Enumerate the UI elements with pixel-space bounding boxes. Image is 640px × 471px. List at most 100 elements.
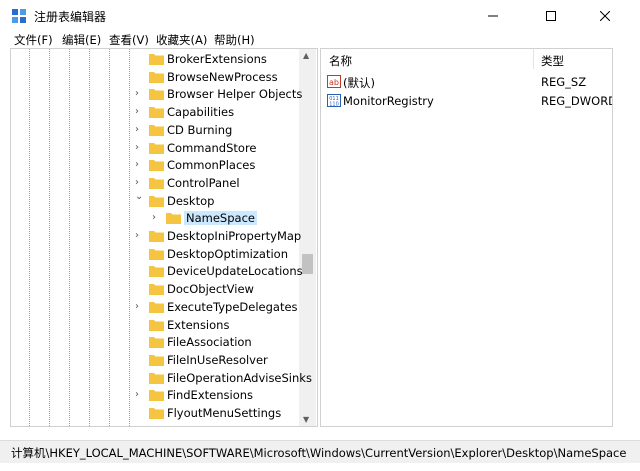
value-name: MonitorRegistry bbox=[343, 94, 434, 108]
tree-item[interactable]: FileInUseResolver bbox=[11, 352, 301, 369]
menu-edit[interactable]: 编辑(E) bbox=[62, 32, 101, 48]
svg-text:ab: ab bbox=[329, 78, 339, 87]
status-bar: 计算机\HKEY_LOCAL_MACHINE\SOFTWARE\Microsof… bbox=[0, 440, 640, 463]
menu-help[interactable]: 帮助(H) bbox=[214, 32, 255, 48]
scrollbar-thumb[interactable] bbox=[302, 254, 313, 274]
tree-item[interactable]: › ExecuteTypeDelegates bbox=[11, 299, 301, 316]
minimize-button[interactable] bbox=[470, 0, 516, 32]
tree-item-label: CommandStore bbox=[167, 140, 257, 155]
chevron-right-icon[interactable]: › bbox=[135, 301, 145, 312]
tree-item-label: ControlPanel bbox=[167, 175, 240, 190]
chevron-right-icon[interactable]: › bbox=[135, 230, 145, 241]
folder-icon bbox=[149, 301, 164, 313]
maximize-icon bbox=[546, 11, 556, 21]
value-name: (默认) bbox=[343, 76, 375, 90]
binary-value-icon: 011 110 bbox=[327, 94, 341, 107]
tree-item-label: Capabilities bbox=[167, 105, 235, 120]
folder-icon bbox=[149, 71, 164, 83]
tree-item-label: FileAssociation bbox=[167, 335, 252, 350]
tree-item[interactable]: Extensions bbox=[11, 317, 301, 334]
chevron-right-icon[interactable]: › bbox=[152, 212, 162, 223]
key-tree-pane[interactable]: ▲ ▼ BrokerExtensions BrowseNewProcess › Bro… bbox=[10, 48, 318, 427]
value-row[interactable]: ab (默认) REG_SZ bbox=[321, 73, 612, 91]
column-header-name[interactable]: 名称 bbox=[329, 53, 352, 69]
tree-item[interactable]: › FindExtensions bbox=[11, 387, 301, 404]
folder-icon bbox=[149, 195, 164, 207]
tree-item[interactable]: › Browser Helper Objects bbox=[11, 86, 303, 103]
chevron-right-icon[interactable]: › bbox=[135, 106, 145, 117]
tree-item-label: BrokerExtensions bbox=[167, 52, 267, 66]
tree-item-label: FileOperationAdviseSinks bbox=[167, 370, 312, 385]
scroll-down-icon[interactable]: ▼ bbox=[303, 415, 309, 424]
folder-icon bbox=[149, 89, 164, 101]
value-row[interactable]: 011 110 MonitorRegistry REG_DWORD bbox=[321, 92, 612, 110]
tree-item[interactable]: BrokerExtensions bbox=[11, 51, 301, 68]
values-list-pane[interactable]: 名称 类型 ab (默认) REG_SZ 011 110 MonitorRegi… bbox=[320, 48, 613, 427]
tree-item[interactable]: BrowseNewProcess bbox=[11, 69, 301, 86]
tree-scrollbar[interactable]: ▲ ▼ bbox=[299, 49, 316, 426]
menu-bar: 文件(F) 编辑(E) 查看(V) 收藏夹(A) 帮助(H) bbox=[0, 30, 640, 50]
tree-item-label: DesktopIniPropertyMap bbox=[167, 229, 302, 243]
chevron-right-icon[interactable]: › bbox=[135, 177, 145, 188]
tree-item[interactable]: DesktopOptimization bbox=[11, 246, 301, 263]
tree-item-label: DeviceUpdateLocations bbox=[167, 264, 303, 279]
tree-item[interactable]: › CommandStore bbox=[11, 140, 301, 157]
close-icon bbox=[600, 11, 610, 21]
string-value-icon: ab bbox=[327, 75, 341, 88]
tree-item-label: FlyoutMenuSettings bbox=[167, 406, 282, 420]
folder-icon bbox=[149, 408, 164, 419]
tree-item[interactable]: › CD Burning bbox=[11, 122, 301, 139]
registry-app-icon bbox=[12, 9, 26, 23]
window-title: 注册表编辑器 bbox=[34, 10, 107, 24]
tree-item-label: Browser Helper Objects bbox=[167, 87, 303, 102]
menu-favorites[interactable]: 收藏夹(A) bbox=[156, 32, 207, 48]
tree-item[interactable]: › ControlPanel bbox=[11, 175, 301, 192]
value-type: REG_DWORD bbox=[541, 94, 613, 108]
folder-icon bbox=[166, 213, 181, 225]
chevron-right-icon[interactable]: › bbox=[135, 389, 145, 400]
tree-item[interactable]: FlyoutMenuSettings bbox=[11, 405, 301, 422]
tree-item[interactable]: DocObjectView bbox=[11, 281, 301, 298]
scroll-up-icon[interactable]: ▲ bbox=[303, 51, 309, 60]
folder-icon bbox=[149, 266, 164, 278]
tree-item[interactable]: › NameSpace bbox=[11, 210, 301, 227]
tree-item[interactable]: › DesktopIniPropertyMap bbox=[11, 228, 301, 245]
menu-file[interactable]: 文件(F) bbox=[14, 32, 53, 48]
column-divider[interactable] bbox=[533, 49, 534, 69]
folder-icon bbox=[149, 337, 164, 349]
tree-item[interactable]: DeviceUpdateLocations bbox=[11, 263, 303, 280]
folder-icon bbox=[149, 390, 164, 402]
folder-icon bbox=[149, 54, 164, 65]
svg-text:110: 110 bbox=[329, 102, 339, 108]
tree-item-label: DocObjectView bbox=[167, 282, 254, 297]
tree-item[interactable]: FileAssociation bbox=[11, 334, 301, 351]
menu-view[interactable]: 查看(V) bbox=[109, 32, 149, 48]
folder-icon bbox=[149, 107, 164, 119]
folder-icon bbox=[149, 124, 164, 136]
tree-item[interactable]: › CommonPlaces bbox=[11, 157, 301, 174]
folder-icon bbox=[149, 354, 164, 366]
folder-icon bbox=[149, 284, 164, 296]
tree-item[interactable]: ⌄ Desktop bbox=[11, 191, 301, 210]
tree-item[interactable]: › Capabilities bbox=[11, 104, 301, 121]
tree-item-label: ExecuteTypeDelegates bbox=[167, 299, 298, 314]
chevron-right-icon[interactable]: › bbox=[135, 88, 145, 99]
folder-icon bbox=[149, 319, 164, 331]
maximize-button[interactable] bbox=[528, 0, 574, 32]
tree-item-label: FileInUseResolver bbox=[167, 352, 268, 367]
close-button[interactable] bbox=[582, 0, 628, 32]
tree-item-label: Extensions bbox=[167, 317, 230, 332]
tree-item-label: BrowseNewProcess bbox=[167, 69, 278, 84]
folder-icon bbox=[149, 248, 164, 260]
tree-item-label: Desktop bbox=[167, 193, 215, 208]
tree-item-label: CD Burning bbox=[167, 122, 233, 137]
key-path: 计算机\HKEY_LOCAL_MACHINE\SOFTWARE\Microsof… bbox=[11, 446, 627, 460]
chevron-right-icon[interactable]: › bbox=[135, 142, 145, 153]
tree-item[interactable]: FileOperationAdviseSinks bbox=[11, 370, 312, 387]
column-header-type[interactable]: 类型 bbox=[541, 53, 564, 69]
registry-editor-window: 注册表编辑器 文件(F) 编辑(E) 查看(V) 收藏夹(A) 帮助(H) ▲ … bbox=[0, 0, 640, 471]
chevron-right-icon[interactable]: › bbox=[135, 124, 145, 135]
chevron-right-icon[interactable]: › bbox=[135, 159, 145, 170]
value-type: REG_SZ bbox=[541, 75, 587, 89]
chevron-down-icon[interactable]: ⌄ bbox=[135, 191, 145, 202]
